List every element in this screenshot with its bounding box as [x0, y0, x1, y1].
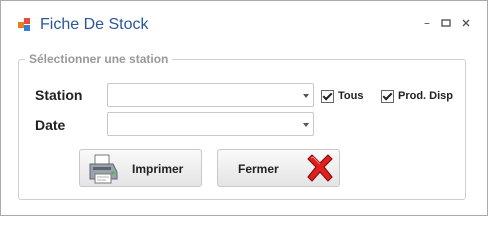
date-picker[interactable] — [107, 112, 314, 136]
print-button[interactable]: Imprimer — [79, 149, 202, 187]
window: Fiche De Stock – Sélectionner une statio… — [0, 0, 488, 216]
title-bar: Fiche De Stock – — [1, 1, 487, 33]
chevron-down-icon[interactable] — [303, 123, 309, 127]
prod-disp-label: Prod. Disp — [398, 90, 454, 102]
window-title: Fiche De Stock — [40, 16, 149, 33]
printer-icon — [86, 153, 120, 190]
checkbox-checked-icon[interactable] — [321, 89, 334, 103]
date-label: Date — [35, 117, 66, 133]
close-icon[interactable] — [459, 16, 473, 30]
print-button-label: Imprimer — [132, 162, 184, 176]
tous-checkbox[interactable]: Tous — [321, 89, 363, 103]
prod-disp-checkbox[interactable]: Prod. Disp — [381, 89, 453, 103]
close-button[interactable]: Fermer — [217, 149, 340, 187]
close-button-label: Fermer — [238, 162, 279, 176]
close-x-icon — [304, 153, 336, 190]
app-icon — [18, 18, 32, 32]
chevron-down-icon[interactable] — [303, 94, 309, 98]
maximize-icon[interactable] — [439, 16, 453, 30]
tous-label: Tous — [338, 90, 364, 102]
minimize-icon[interactable]: – — [420, 16, 434, 30]
checkbox-checked-icon[interactable] — [381, 89, 394, 103]
station-combobox[interactable] — [107, 83, 314, 107]
group-legend: Sélectionner une station — [29, 52, 169, 66]
station-label: Station — [35, 87, 83, 103]
